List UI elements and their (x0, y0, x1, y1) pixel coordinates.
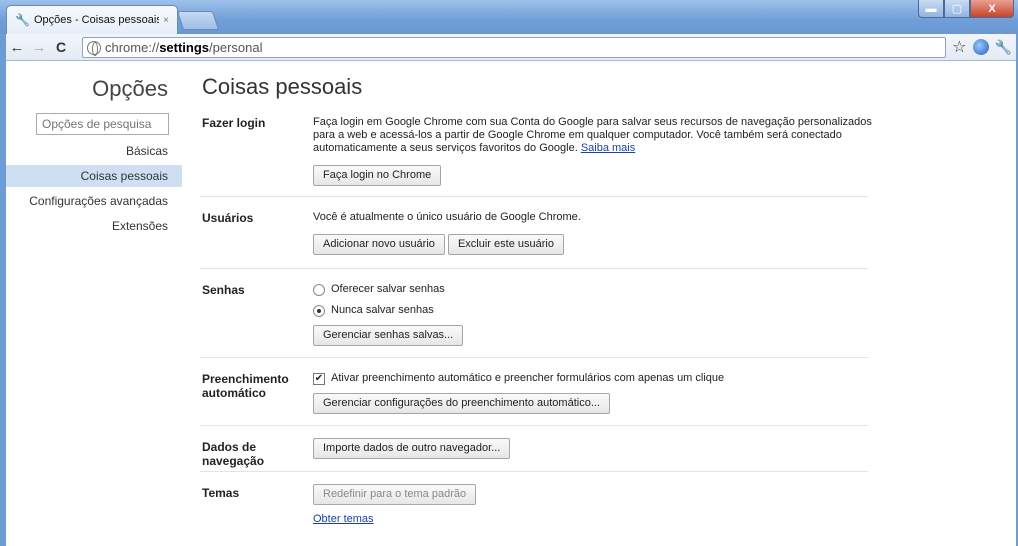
tab-settings[interactable]: 🔧 Opções - Coisas pessoais × (6, 5, 178, 34)
window-controls: ▬ ▢ X (918, 0, 1014, 18)
passwords-label: Senhas (202, 283, 245, 297)
minimize-button[interactable]: ▬ (918, 0, 944, 18)
offer-save-option[interactable]: Oferecer salvar senhas (313, 283, 873, 296)
maximize-button[interactable]: ▢ (944, 0, 970, 18)
extension-globe-icon[interactable] (972, 39, 989, 55)
autofill-body: ✔ Ativar preenchimento automático e pree… (313, 372, 873, 414)
users-label: Usuários (202, 211, 254, 225)
page-icon (87, 40, 101, 56)
bookmark-star-icon[interactable]: ☆ (952, 37, 966, 57)
page-title: Coisas pessoais (202, 74, 363, 99)
reset-theme-button[interactable]: Redefinir para o tema padrão (313, 484, 477, 505)
browsing-data-body: Importe dados de outro navegador... (313, 438, 873, 459)
settings-sidebar: Opções Básicas Coisas pessoais Configura… (6, 62, 182, 546)
delete-user-button[interactable]: Excluir este usuário (447, 234, 564, 255)
passwords-section: Senhas Oferecer salvar senhas Nunca salv… (200, 268, 868, 358)
url-host: settings (159, 40, 210, 55)
manage-autofill-button[interactable]: Gerenciar configurações do preenchimento… (313, 393, 610, 414)
sidebar-item-configuracoes-avancadas[interactable]: Configurações avançadas (0, 194, 168, 208)
users-section: Usuários Você é atualmente o único usuár… (200, 196, 868, 268)
url-path: /personal (209, 40, 263, 55)
address-bar[interactable]: chrome:// settings /personal (82, 37, 946, 58)
search-input[interactable] (36, 113, 169, 135)
close-window-button[interactable]: X (970, 0, 1014, 18)
get-themes-link[interactable]: Obter temas (313, 513, 374, 525)
never-save-label: Nunca salvar senhas (331, 304, 434, 316)
sidebar-title: Opções (92, 76, 168, 101)
themes-body: Redefinir para o tema padrão Obter temas (313, 484, 873, 526)
autofill-section: Preenchimento automático ✔ Ativar preenc… (200, 357, 868, 427)
forward-button[interactable]: → (28, 36, 50, 58)
autofill-option[interactable]: ✔ Ativar preenchimento automático e pree… (313, 372, 873, 385)
offer-save-radio[interactable] (313, 283, 325, 296)
add-user-button[interactable]: Adicionar novo usuário (313, 234, 445, 255)
browser-toolbar: ← → C chrome:// settings /personal ☆ 🔧 (6, 34, 1016, 61)
themes-section: Temas Redefinir para o tema padrão Obter… (200, 471, 868, 541)
passwords-body: Oferecer salvar senhas Nunca salvar senh… (313, 283, 873, 346)
url-scheme: chrome:// (105, 40, 160, 55)
users-description: Você é atualmente o único usuário de Goo… (313, 211, 581, 223)
back-button[interactable]: ← (6, 36, 28, 58)
browsing-data-section: Dados de navegação Importe dados de outr… (200, 425, 868, 471)
sign-in-chrome-button[interactable]: Faça login no Chrome (313, 165, 442, 186)
offer-save-label: Oferecer salvar senhas (331, 283, 445, 295)
sidebar-item-extensoes[interactable]: Extensões (0, 219, 168, 233)
learn-more-link[interactable]: Saiba mais (581, 142, 635, 154)
import-data-button[interactable]: Importe dados de outro navegador... (313, 438, 511, 459)
never-save-option[interactable]: Nunca salvar senhas (313, 304, 873, 317)
login-label: Fazer login (202, 116, 266, 130)
title-bar: 🔧 Opções - Coisas pessoais × ▬ ▢ X (0, 0, 1018, 34)
login-body: Faça login em Google Chrome com sua Cont… (313, 116, 873, 186)
autofill-checkbox[interactable]: ✔ (313, 372, 325, 385)
close-tab-icon[interactable]: × (163, 15, 169, 26)
autofill-label: Preenchimento automático (202, 372, 289, 400)
wrench-menu-icon[interactable]: 🔧 (995, 39, 1012, 56)
login-section: Fazer login Faça login em Google Chrome … (200, 102, 872, 202)
new-tab-button[interactable] (176, 11, 220, 30)
never-save-radio[interactable] (313, 304, 325, 317)
sidebar-item-basicas[interactable]: Básicas (0, 144, 168, 158)
tab-title: Opções - Coisas pessoais (34, 14, 160, 26)
users-body: Você é atualmente o único usuário de Goo… (313, 211, 873, 255)
browsing-data-label: Dados de navegação (202, 440, 265, 468)
autofill-checkbox-label: Ativar preenchimento automático e preenc… (331, 372, 725, 384)
reload-button[interactable]: C (50, 36, 72, 58)
themes-label: Temas (202, 486, 240, 500)
sidebar-item-coisas-pessoais[interactable]: Coisas pessoais (6, 165, 182, 187)
toolbar-actions: ☆ 🔧 (952, 37, 1012, 57)
manage-passwords-button[interactable]: Gerenciar senhas salvas... (313, 325, 464, 346)
wrench-icon: 🔧 (15, 13, 30, 27)
